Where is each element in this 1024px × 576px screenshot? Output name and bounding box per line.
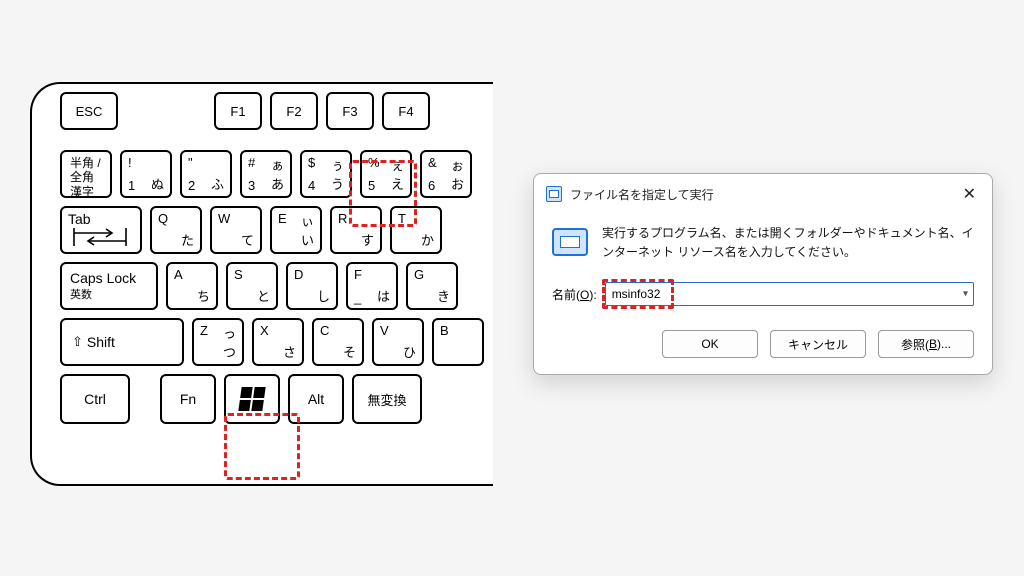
key-s: Sと: [226, 262, 278, 310]
key-alt: Alt: [288, 374, 344, 424]
key-label: F3: [342, 104, 357, 119]
key-esc: ESC: [60, 92, 118, 130]
key-f1: F1: [214, 92, 262, 130]
cancel-button[interactable]: キャンセル: [770, 330, 866, 358]
keyboard-illustration: ESC F1 F2 F3 F4 半角 / 全角 漢字 !1ぬ "2ふ #ぁ3あ …: [30, 82, 493, 486]
tab-arrows-icon: [72, 228, 128, 246]
close-button[interactable]: ✕: [957, 182, 982, 206]
key-label: Alt: [308, 391, 324, 407]
key-fn: Fn: [160, 374, 216, 424]
key-tab: Tab: [60, 206, 142, 254]
key-label: Tab: [68, 211, 91, 227]
key-b: B: [432, 318, 484, 366]
key-label: Shift: [87, 334, 115, 350]
key-c: Cそ: [312, 318, 364, 366]
name-input[interactable]: [605, 282, 974, 306]
windows-logo-icon: [238, 387, 265, 411]
key-label: 半角 / 全角 漢字: [70, 156, 101, 199]
browse-button[interactable]: 参照(B)...: [878, 330, 974, 358]
key-f4: F4: [382, 92, 430, 130]
key-sublabel: 英数: [70, 286, 92, 302]
key-z: Zっつ: [192, 318, 244, 366]
dialog-titlebar: ファイル名を指定して実行 ✕: [534, 174, 992, 212]
key-label: F2: [286, 104, 301, 119]
name-field-label: 名前(O):: [552, 286, 597, 303]
key-4: $ぅ4う: [300, 150, 352, 198]
key-shift: ⇧ Shift: [60, 318, 184, 366]
key-g: Gき: [406, 262, 458, 310]
key-1: !1ぬ: [120, 150, 172, 198]
shift-arrow-icon: ⇧: [72, 334, 83, 350]
run-prompt-icon: [552, 228, 588, 256]
key-f3: F3: [326, 92, 374, 130]
dialog-title: ファイル名を指定して実行: [570, 186, 714, 203]
key-5: %ぇ5え: [360, 150, 412, 198]
key-r: Rす: [330, 206, 382, 254]
key-label: F4: [398, 104, 413, 119]
key-a: Aち: [166, 262, 218, 310]
key-2: "2ふ: [180, 150, 232, 198]
key-label: Fn: [180, 391, 196, 407]
key-hankaku: 半角 / 全角 漢字: [60, 150, 112, 198]
key-windows: [224, 374, 280, 424]
key-q: Qた: [150, 206, 202, 254]
run-dialog-icon: [546, 186, 562, 202]
key-v: Vひ: [372, 318, 424, 366]
keyboard-inner: ESC F1 F2 F3 F4 半角 / 全角 漢字 !1ぬ "2ふ #ぁ3あ …: [60, 92, 493, 432]
key-label: Caps Lock: [70, 270, 136, 286]
ok-button[interactable]: OK: [662, 330, 758, 358]
key-6: &ぉ6お: [420, 150, 472, 198]
key-w: Wて: [210, 206, 262, 254]
key-ctrl: Ctrl: [60, 374, 130, 424]
key-f: F_は: [346, 262, 398, 310]
key-label: ESC: [76, 104, 103, 119]
key-f2: F2: [270, 92, 318, 130]
dialog-description: 実行するプログラム名、または開くフォルダーやドキュメント名、インターネット リソ…: [602, 224, 974, 262]
key-label: Ctrl: [84, 391, 106, 407]
key-label: 無変換: [367, 390, 406, 409]
key-3: #ぁ3あ: [240, 150, 292, 198]
run-dialog: ファイル名を指定して実行 ✕ 実行するプログラム名、または開くフォルダーやドキュ…: [533, 173, 993, 375]
key-capslock: Caps Lock英数: [60, 262, 158, 310]
key-e: Eぃい: [270, 206, 322, 254]
key-t: Tか: [390, 206, 442, 254]
key-muhenkan: 無変換: [352, 374, 422, 424]
key-label: F1: [230, 104, 245, 119]
key-x: Xさ: [252, 318, 304, 366]
key-d: Dし: [286, 262, 338, 310]
